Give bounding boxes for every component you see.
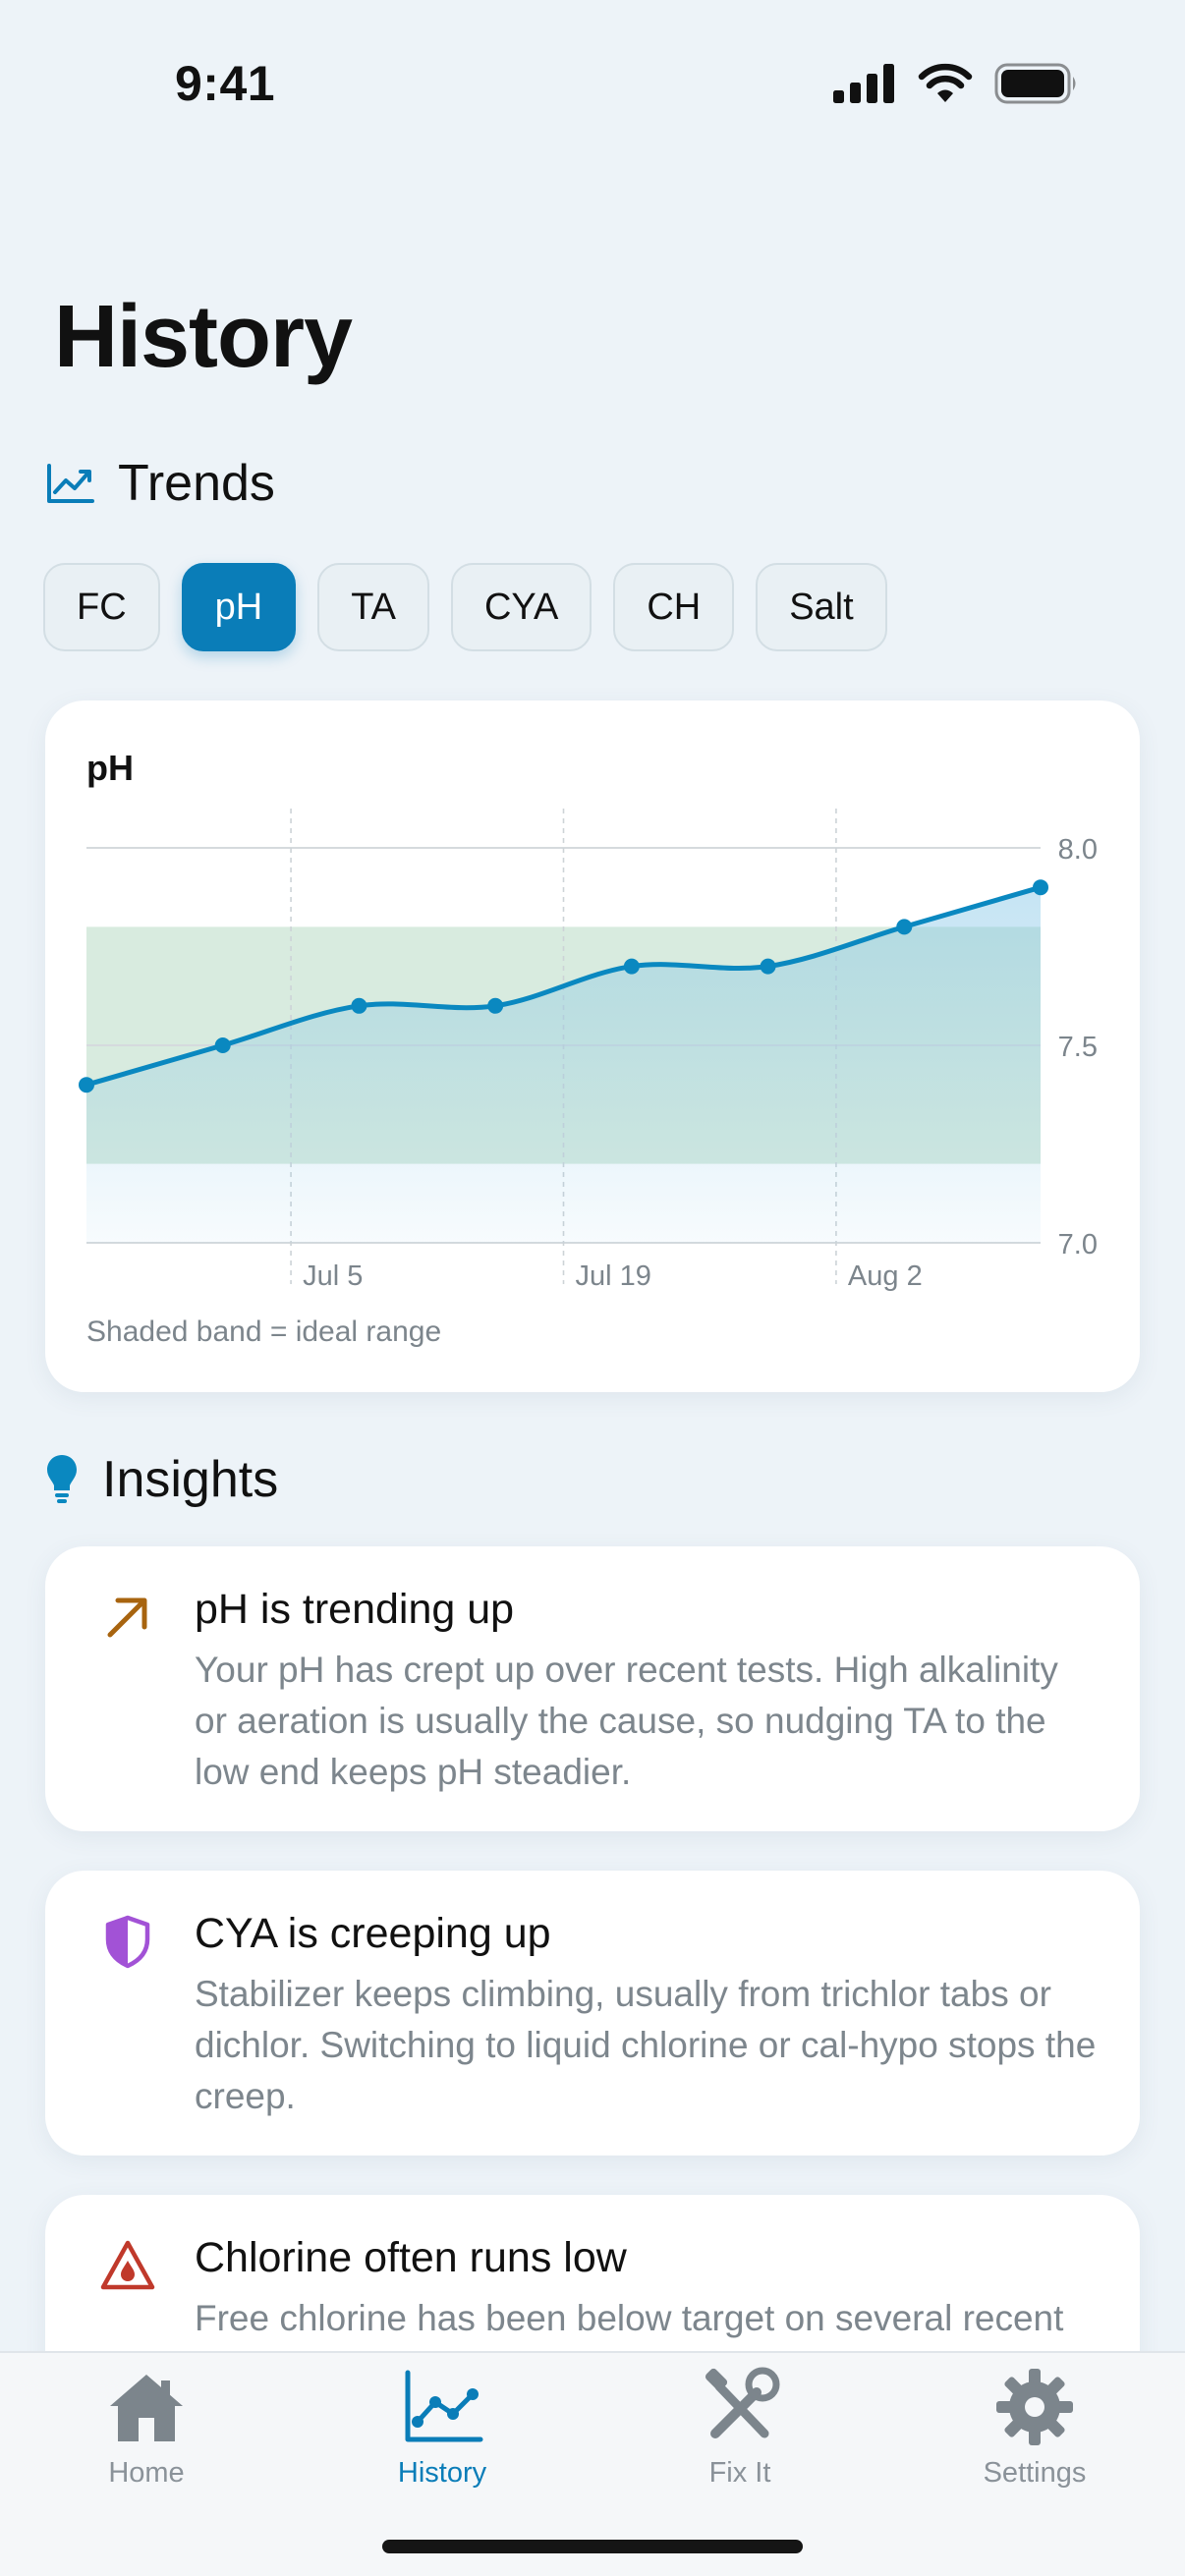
tab-fix-it[interactable]: Fix It: [622, 2363, 858, 2490]
chip-salt[interactable]: Salt: [756, 563, 887, 651]
chart-icon: [405, 2370, 483, 2442]
arrow-up-right-icon: [107, 1597, 147, 1638]
chip-cya[interactable]: CYA: [450, 563, 592, 651]
insight-title: pH is trending up: [195, 1586, 515, 1633]
insight-card-cya[interactable]: CYA is creeping up Stabilizer keeps clim…: [45, 1871, 1140, 2156]
metric-chips: FC pH TA CYA CH Salt: [43, 563, 887, 651]
status-icons: [833, 63, 1079, 104]
data-point: [214, 1037, 231, 1053]
insight-title: CYA is creeping up: [195, 1910, 551, 1957]
tab-fix-it-label: Fix It: [708, 2457, 771, 2489]
ph-line-chart: 7.0 7.5 8.0 Jul 5 Jul 19 Aug 2: [79, 809, 1098, 1292]
insights-heading-label: Insights: [102, 1451, 279, 1508]
tab-settings-label: Settings: [983, 2457, 1087, 2489]
wifi-icon: [918, 63, 973, 102]
status-time: 9:41: [175, 56, 276, 111]
insight-body: Stabilizer keeps climbing, usually from …: [195, 1974, 1097, 2116]
chip-ta[interactable]: TA: [317, 563, 429, 651]
insight-card-ph-trend[interactable]: pH is trending up Your pH has crept up o…: [45, 1546, 1140, 1831]
house-icon: [110, 2375, 183, 2441]
y-tick-label: 8.0: [1058, 834, 1098, 866]
tools-icon: [705, 2367, 780, 2438]
chip-ch[interactable]: CH: [613, 563, 735, 651]
shield-icon: [105, 1915, 150, 1969]
tab-history[interactable]: History: [324, 2363, 560, 2490]
y-tick-label: 7.5: [1058, 1032, 1098, 1063]
data-point: [351, 997, 367, 1014]
insights-heading: Insights: [45, 1450, 278, 1509]
chart-caption: Shaded band = ideal range: [86, 1316, 442, 1348]
data-point: [896, 919, 913, 935]
x-tick-label: Jul 5: [303, 1260, 363, 1292]
status-bar: 9:41: [0, 0, 1185, 167]
trend-chart-icon: [47, 464, 94, 503]
x-tick-label: Aug 2: [848, 1260, 923, 1292]
tab-history-label: History: [397, 2457, 487, 2489]
page-title: History: [54, 288, 353, 386]
trends-heading-label: Trends: [118, 455, 275, 512]
x-tick-label: Jul 19: [576, 1260, 651, 1292]
trends-heading: Trends: [45, 454, 275, 513]
data-point: [1033, 879, 1048, 896]
tab-home-label: Home: [108, 2457, 185, 2489]
data-point: [79, 1077, 94, 1093]
tab-settings[interactable]: Settings: [917, 2363, 1153, 2490]
chart-card: pH 7.0 7.5 8.0 Jul 5 Jul 19 Aug 2 Shaded band…: [45, 700, 1140, 1392]
insight-title: Chlorine often runs low: [195, 2234, 627, 2281]
cellular-signal-icon: [833, 64, 894, 103]
data-point: [623, 958, 640, 975]
data-point: [760, 958, 776, 975]
chip-fc[interactable]: FC: [43, 563, 160, 651]
tab-home[interactable]: Home: [28, 2363, 264, 2490]
home-indicator: [382, 2540, 803, 2553]
battery-icon: [994, 63, 1076, 104]
warning-drop-icon: [100, 2240, 155, 2290]
gear-icon: [996, 2369, 1073, 2445]
lightbulb-icon: [47, 1455, 77, 1503]
y-tick-label: 7.0: [1058, 1229, 1098, 1260]
chip-ph[interactable]: pH: [181, 563, 297, 651]
insight-body: Your pH has crept up over recent tests. …: [195, 1650, 1058, 1792]
data-point: [487, 997, 504, 1014]
